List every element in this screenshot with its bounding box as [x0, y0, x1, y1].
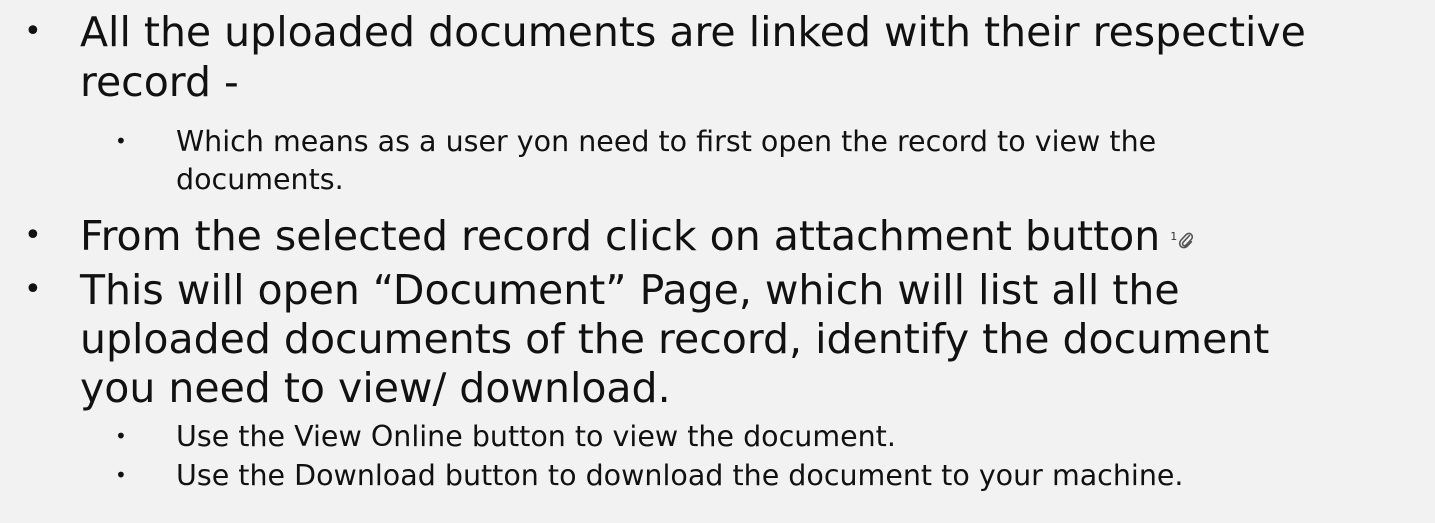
bullet-marker: • — [115, 129, 127, 153]
bullet-marker: • — [115, 424, 127, 448]
bullet-text-line: record - — [80, 58, 239, 106]
bullet-text-line: This will open “Document” Page, which wi… — [80, 266, 1180, 314]
bullet-text-line: documents. — [176, 163, 344, 196]
slide-content: • All the uploaded documents are linked … — [0, 0, 1435, 523]
paperclip-icon — [1179, 232, 1194, 249]
bullet-marker: • — [115, 463, 127, 487]
bullet-text-line: Use the Download button to download the … — [176, 459, 1184, 492]
bullet-marker: • — [24, 218, 42, 253]
attachment-button: 1 — [1170, 211, 1194, 259]
bullet-text-line: All the uploaded documents are linked wi… — [80, 8, 1306, 56]
bullet-text-line: From the selected record click on attach… — [80, 212, 1161, 260]
bullet-marker: • — [24, 14, 42, 49]
bullet-text-line: Use the View Online button to view the d… — [176, 420, 896, 453]
bullet-marker: • — [24, 272, 42, 307]
bullet-text-line: Which means as a user yon need to first … — [176, 125, 1157, 158]
bullet-text-line: you need to view/ download. — [80, 364, 671, 412]
attachment-count: 1 — [1170, 230, 1178, 243]
bullet-text-line: uploaded documents of the record, identi… — [80, 315, 1270, 363]
